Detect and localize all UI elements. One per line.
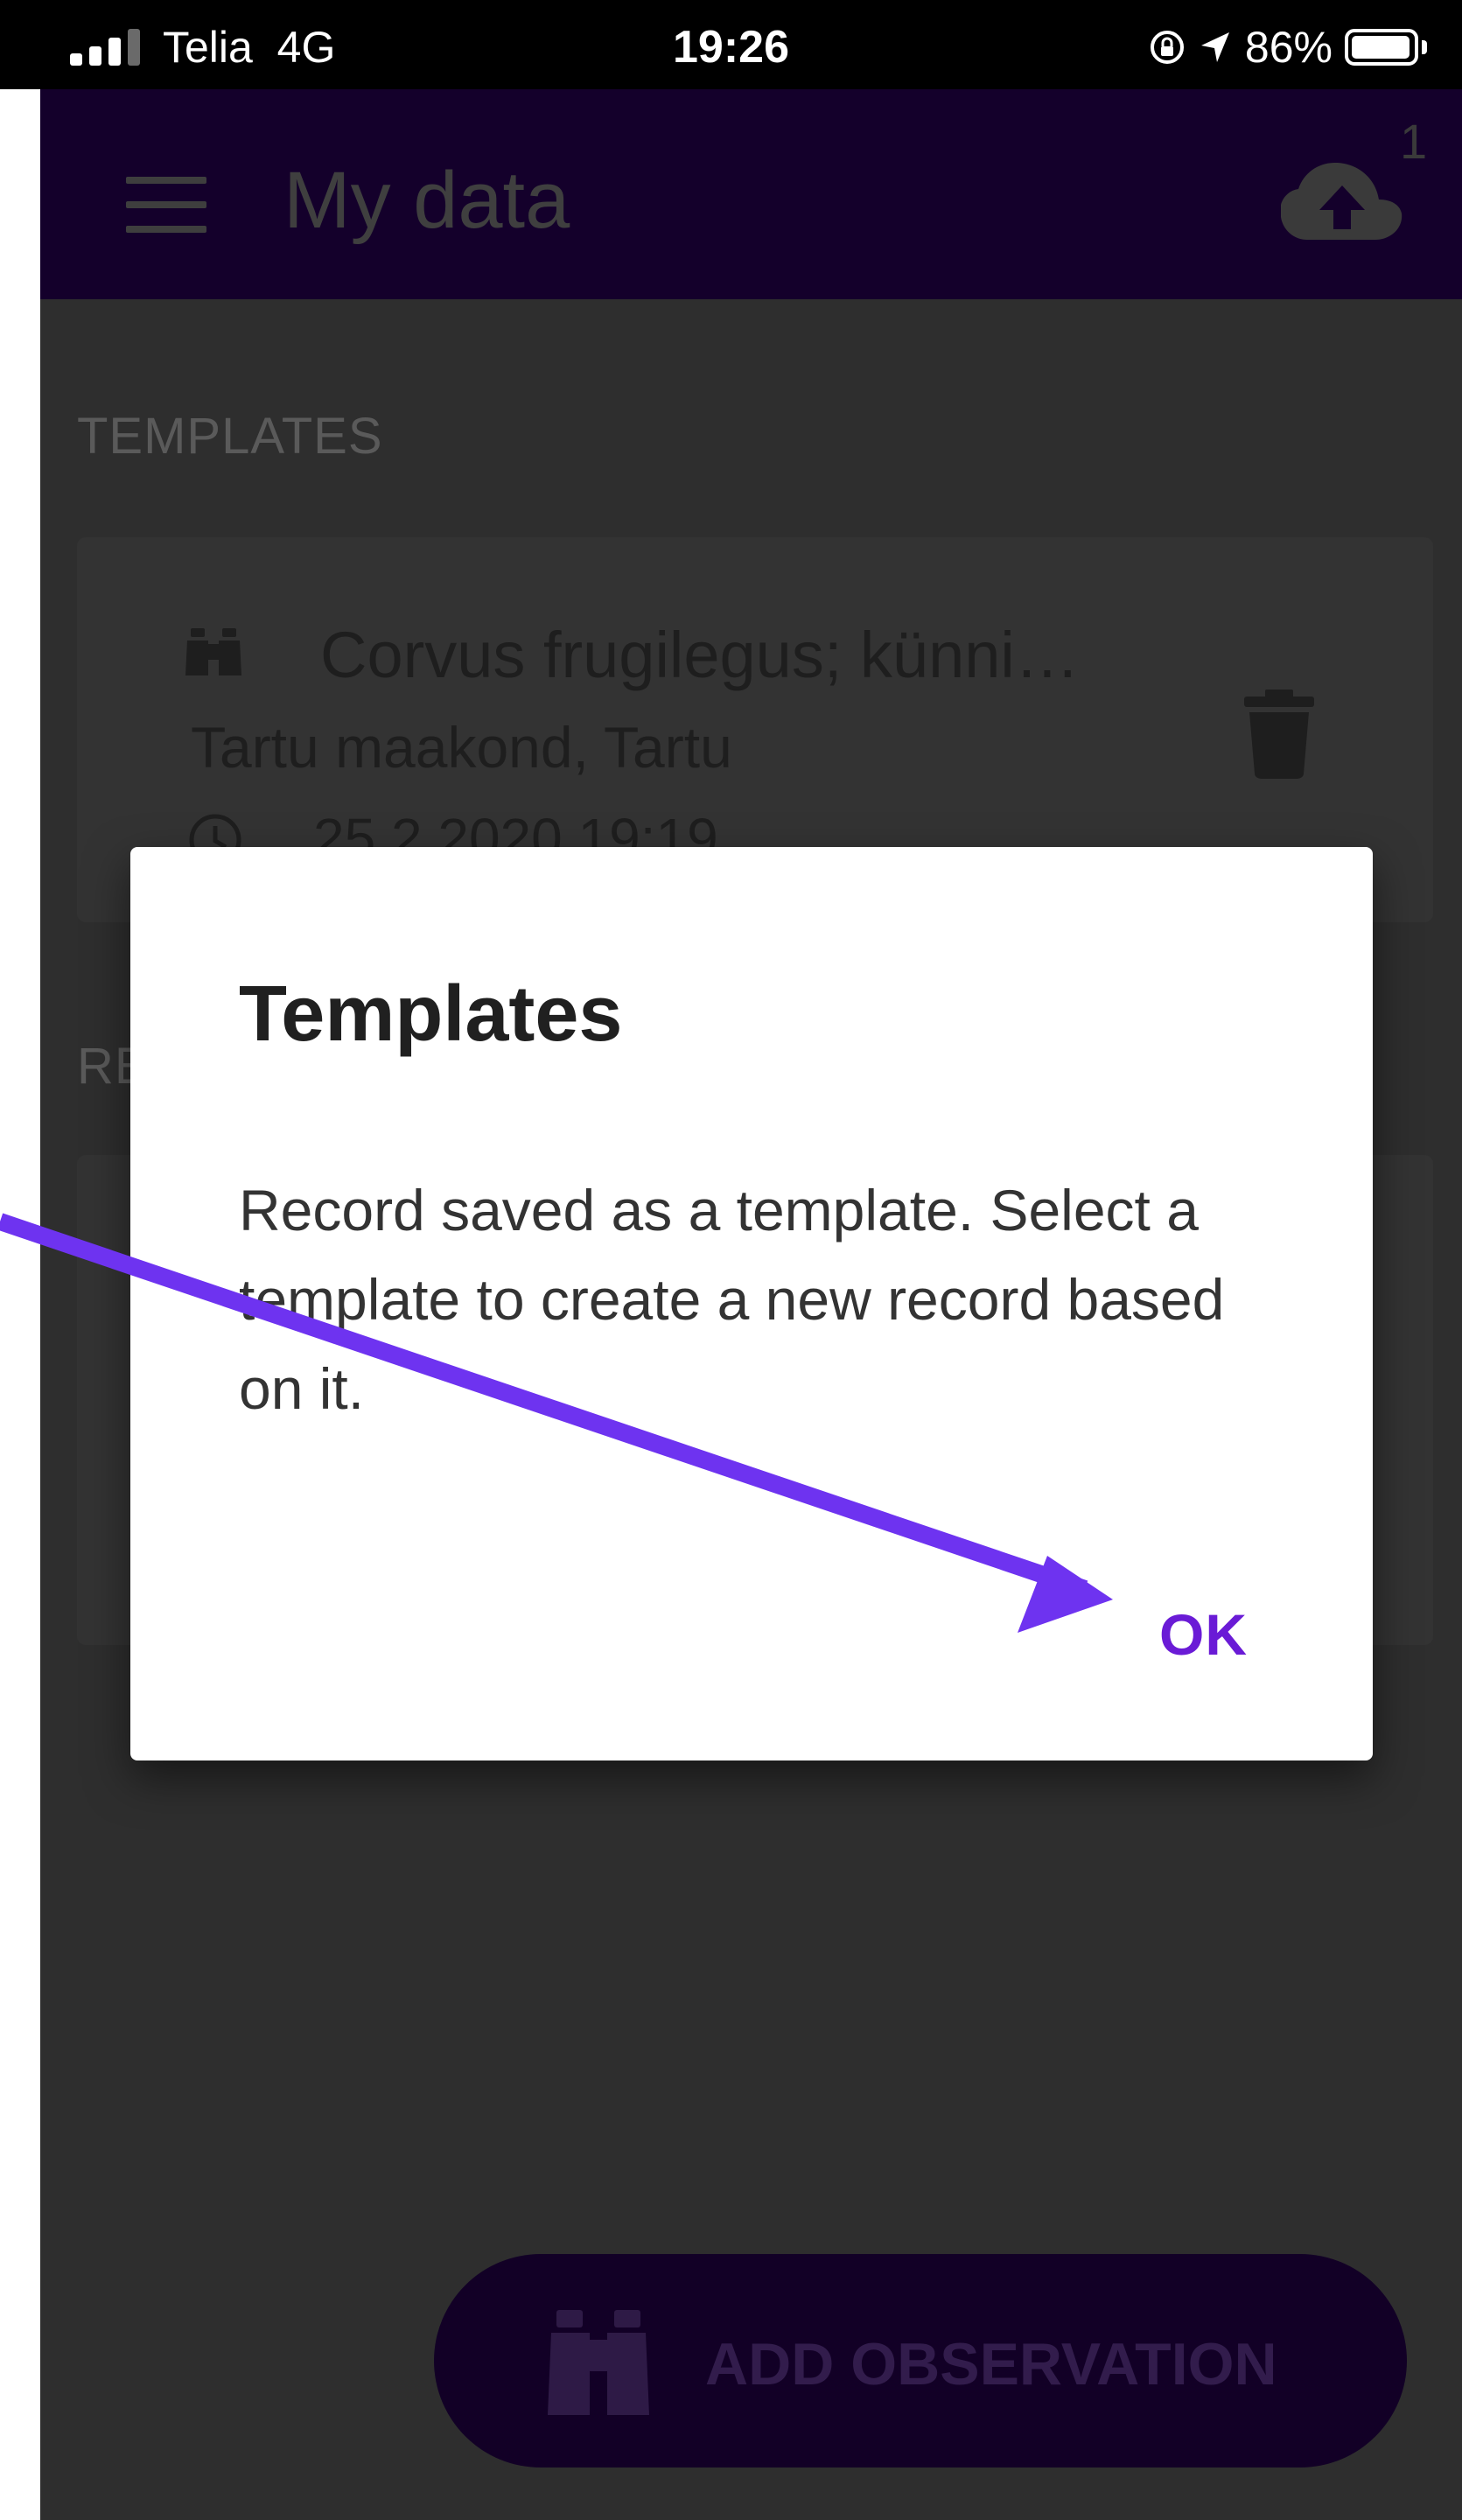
- location-arrow-icon: [1200, 32, 1229, 62]
- templates-heading: TEMPLATES: [77, 408, 383, 465]
- binoculars-icon: [548, 2310, 649, 2415]
- screen: Telia 4G 19:26 86% My data 1 TEMPLATES C…: [0, 0, 1462, 2520]
- app-bar: My data 1: [40, 89, 1462, 299]
- orientation-lock-icon: [1150, 31, 1184, 64]
- template-species: Corvus frugilegus; künni…: [320, 619, 1080, 691]
- cloud-upload-icon[interactable]: [1281, 159, 1403, 256]
- dialog-message: Record saved as a template. Select a tem…: [239, 1178, 1225, 1421]
- dialog-ok-button[interactable]: OK: [1145, 1600, 1262, 1670]
- status-bar: Telia 4G 19:26 86%: [0, 0, 1462, 89]
- trash-icon[interactable]: [1244, 690, 1314, 779]
- battery-icon: [1345, 29, 1427, 66]
- dialog-title: Templates: [239, 970, 623, 1058]
- binoculars-icon: [185, 628, 241, 676]
- template-location: Tartu maakond, Tartu: [191, 715, 732, 780]
- page-title: My data: [283, 156, 570, 245]
- battery-percent: 86%: [1244, 23, 1333, 72]
- add-observation-button[interactable]: ADD OBSERVATION: [434, 2254, 1407, 2468]
- add-observation-label: ADD OBSERVATION: [705, 2331, 1277, 2398]
- templates-dialog: Templates Record saved as a template. Se…: [130, 847, 1373, 1760]
- upload-count-badge: 1: [1400, 114, 1428, 169]
- status-icons: 86%: [1149, 21, 1427, 74]
- hamburger-menu-icon[interactable]: [126, 177, 206, 233]
